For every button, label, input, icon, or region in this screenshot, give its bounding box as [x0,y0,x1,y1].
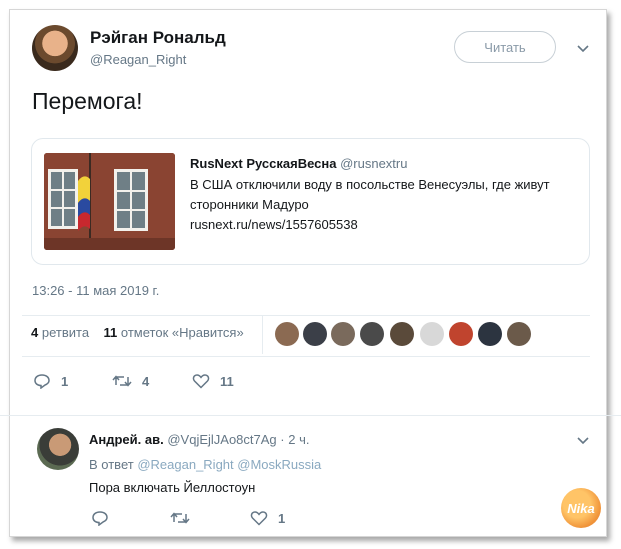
divider [22,356,590,357]
divider [22,315,590,316]
card-body: В США отключили воду в посольстве Венесу… [190,175,580,235]
reply-time[interactable]: · 2 ч. [280,432,309,447]
divider [0,415,621,416]
card-link[interactable]: rusnext.ru/news/1557605538 [190,215,580,235]
card-source-handle[interactable]: @rusnextru [340,156,407,171]
reply-author-handle[interactable]: @VqjEjlJAo8ct7Ag [167,432,276,447]
liker-avatar[interactable] [478,322,502,346]
engagement-stats: 4 ретвита 11 отметок «Нравится» [31,325,244,340]
retweet-action[interactable]: 4 [112,373,149,389]
reply-retweet-action[interactable] [170,510,200,526]
likes-count[interactable]: 11 [104,325,118,340]
card-source[interactable]: RusNext РусскаяВесна @rusnextru [190,156,407,171]
link-card[interactable]: RusNext РусскаяВесна @rusnextru В США от… [31,138,590,265]
liker-avatar[interactable] [331,322,355,346]
reply-like-count: 1 [278,510,286,526]
tweet-timestamp[interactable]: 13:26 - 11 мая 2019 г. [32,283,159,298]
tweet-text: Перемога! [32,88,143,114]
author-name[interactable]: Рэйган Рональд [90,28,226,48]
reply-mentions[interactable]: @Reagan_Right @MoskRussia [137,457,321,472]
card-image [44,153,175,250]
chevron-down-icon[interactable] [576,41,590,55]
retweet-icon [170,512,190,524]
heart-icon [250,511,268,526]
reply-reply-action[interactable] [91,510,119,526]
reply-author-avatar[interactable] [37,428,79,470]
stats-separator [262,316,263,354]
liker-avatar[interactable] [303,322,327,346]
retweet-icon [112,375,132,387]
chevron-down-icon[interactable] [576,433,590,447]
author-handle[interactable]: @Reagan_Right [90,52,186,67]
reply-icon [34,374,50,389]
liker-avatar[interactable] [449,322,473,346]
retweets-label[interactable]: ретвита [42,325,89,340]
like-action[interactable]: 11 [192,373,234,389]
liker-avatar[interactable] [390,322,414,346]
author-avatar[interactable] [32,25,78,71]
liker-avatar[interactable] [275,322,299,346]
card-text: В США отключили воду в посольстве Венесу… [190,177,550,212]
liker-avatar[interactable] [420,322,444,346]
retweet-count: 4 [142,373,150,389]
reply-like-action[interactable]: 1 [250,510,285,526]
reply-text: Пора включать Йеллостоун [89,480,256,495]
likes-label[interactable]: отметок «Нравится» [121,325,244,340]
reply-author-name[interactable]: Андрей. ав. [89,432,164,447]
in-reply-prefix: В ответ [89,457,134,472]
watermark-logo: Nika [561,488,601,528]
reply-author[interactable]: Андрей. ав. @VqjEjlJAo8ct7Ag · 2 ч. [89,432,309,447]
reply-action[interactable]: 1 [33,373,68,389]
like-count: 11 [220,373,234,389]
liker-avatar[interactable] [360,322,384,346]
heart-icon [192,374,210,389]
liker-avatar[interactable] [507,322,531,346]
reply-count: 1 [61,373,69,389]
reply-icon [92,511,108,526]
card-source-name[interactable]: RusNext РусскаяВесна [190,156,336,171]
retweets-count[interactable]: 4 [31,325,38,340]
follow-button[interactable]: Читать [454,31,556,63]
in-reply-to: В ответ @Reagan_Right @MoskRussia [89,457,321,472]
